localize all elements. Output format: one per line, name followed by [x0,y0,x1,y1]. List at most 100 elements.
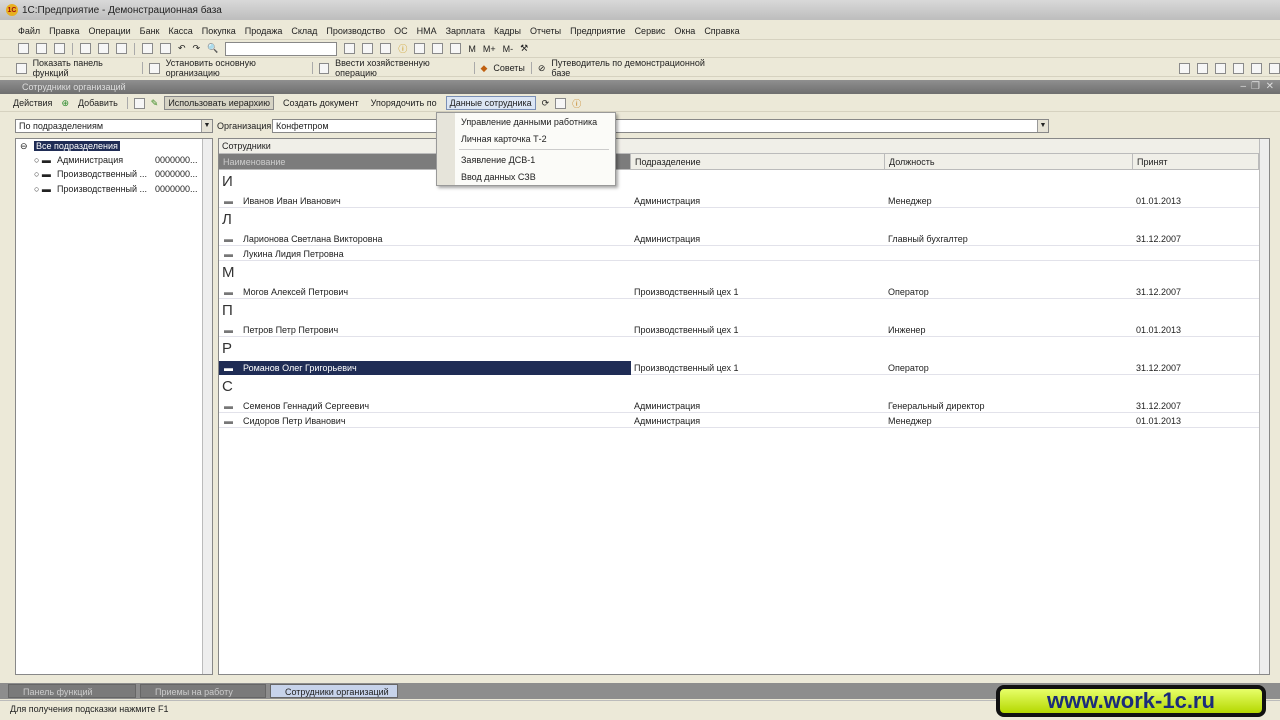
menu-item[interactable]: Предприятие [570,26,625,36]
preview-icon[interactable] [160,43,171,54]
table-row[interactable]: ▬ Романов Олег Григорьевич Производственны… [219,361,1259,375]
menu-item-szv[interactable]: Ввод данных СЗВ [461,172,536,182]
separator [142,62,144,74]
create-document-button[interactable]: Создать документ [280,97,362,109]
menu-item[interactable]: Банк [140,26,160,36]
menu-item[interactable]: Правка [49,26,79,36]
menu-item[interactable]: Покупка [202,26,236,36]
task-employees[interactable]: Сотрудники организаций [270,684,398,698]
table-row[interactable]: ▬ Сидоров Петр Иванович Администрация Менед… [219,414,1259,428]
window-icon[interactable] [380,43,392,54]
search-input[interactable] [225,41,338,56]
copy-icon[interactable] [98,43,109,54]
table-row[interactable]: ▬ Лукина Лидия Петровна [219,247,1259,261]
info-icon[interactable]: ⓘ [398,42,407,55]
calculator-icon[interactable] [414,43,426,54]
menu-item-personal-card-t2[interactable]: Личная карточка Т-2 [461,134,547,144]
close-icon[interactable]: ✕ [1266,80,1274,94]
report-icon[interactable] [1179,62,1191,74]
column-header-department[interactable]: Подразделение [631,154,885,170]
menu-item[interactable]: Операции [89,26,131,36]
clipboard-icon[interactable] [450,43,462,54]
table-row[interactable]: ▬ Петров Петр Петрович Производственный це… [219,323,1259,337]
minimize-icon[interactable]: – [1240,80,1246,94]
menu-item[interactable]: НМА [417,26,437,36]
report-icon[interactable] [1269,62,1280,74]
table-row[interactable]: ▬ Иванов Иван Иванович Администрация Менедж… [219,194,1259,208]
menu-item-manage-employee-data[interactable]: Управление данными работника [461,117,597,127]
menu-item[interactable]: ОС [394,26,408,36]
organization-field[interactable]: Конфетпром ▼ [272,119,1049,133]
employee-data-button[interactable]: Данные сотрудника [445,96,536,110]
grouping-select[interactable]: По подразделениям ▼ [15,119,213,133]
print-icon[interactable] [142,43,153,54]
guide-button[interactable]: Путеводитель по демонстрационной базе [551,58,718,78]
cut-icon[interactable] [80,43,91,54]
collapse-icon[interactable]: ⊖ [20,141,28,152]
menu-separator [459,149,609,150]
find-prev-icon[interactable] [362,43,374,54]
report-icon[interactable] [1197,62,1209,74]
memory-plus-button[interactable]: M+ [483,44,496,54]
operation-icon [318,62,330,74]
tree-root[interactable]: Все подразделения [34,141,120,151]
table-row[interactable]: ▬ Ларионова Светлана Викторовна Администра… [219,232,1259,246]
column-header-position[interactable]: Должность [885,154,1133,170]
search-icon[interactable]: 🔍 [207,43,218,54]
tools-icon[interactable]: ⚒ [520,43,528,54]
restore-icon[interactable]: ❐ [1251,80,1260,94]
help-icon[interactable]: ⓘ [572,97,581,110]
chevron-down-icon[interactable]: ▼ [201,120,212,132]
calendar-icon[interactable] [432,43,444,54]
menu-item[interactable]: Справка [704,26,739,36]
menu-item[interactable]: Склад [291,26,317,36]
menu-item[interactable]: Сервис [635,26,666,36]
menu-item[interactable]: Продажа [245,26,283,36]
save-icon[interactable] [54,43,65,54]
menu-item[interactable]: Производство [326,26,385,36]
actions-button[interactable]: Действия [10,97,55,109]
report-icon[interactable] [1215,62,1227,74]
add-button[interactable]: Добавить [75,97,121,109]
tree-item[interactable]: ○ ▬ Администрация 0000000... [34,155,197,165]
table-row[interactable]: ▬ Могов Алексей Петрович Производственный … [219,285,1259,299]
memory-button[interactable]: M [468,44,476,54]
undo-icon[interactable]: ↶ [178,43,186,54]
menu-item[interactable]: Зарплата [446,26,485,36]
redo-icon[interactable]: ↷ [193,43,201,54]
tree-item[interactable]: ○ ▬ Производственный ... 0000000... [34,184,197,194]
enter-operation-button[interactable]: Ввести хозяйственную операцию [335,58,467,78]
menu-item[interactable]: Кадры [494,26,521,36]
column-header-hired[interactable]: Принят [1133,154,1259,170]
table-scrollbar[interactable] [1259,139,1269,674]
menu-item[interactable]: Файл [18,26,40,36]
order-by-button[interactable]: Упорядочить по [368,97,440,109]
refresh-icon[interactable]: ⟳ [542,98,550,109]
menu-item-dsv1[interactable]: Заявление ДСВ-1 [461,155,535,165]
tree-scrollbar[interactable] [202,139,212,674]
task-hiring[interactable]: Приемы на работу [140,684,266,698]
report-icon[interactable] [1233,62,1245,74]
employee-icon: ▬ [224,196,233,206]
memory-minus-button[interactable]: M- [503,44,514,54]
open-icon[interactable] [36,43,47,54]
tips-button[interactable]: Советы [493,63,524,73]
list-settings-icon[interactable] [555,97,567,109]
edit-icon[interactable]: ✎ [151,98,159,109]
menu-item[interactable]: Окна [674,26,695,36]
find-next-icon[interactable] [344,43,356,54]
menu-item[interactable]: Отчеты [530,26,561,36]
show-functions-panel-button[interactable]: Показать панель функций [33,58,137,78]
table-row[interactable]: ▬ Семенов Геннадий Сергеевич Администрация… [219,399,1259,413]
use-hierarchy-button[interactable]: Использовать иерархию [164,96,274,110]
set-main-org-button[interactable]: Установить основную организацию [166,58,306,78]
task-functions-panel[interactable]: Панель функций [8,684,136,698]
chevron-down-icon[interactable]: ▼ [1037,120,1048,132]
cell-name: Ларионова Светлана Викторовна [243,234,383,244]
new-icon[interactable] [18,43,29,54]
copy-item-icon[interactable] [133,97,145,109]
report-icon[interactable] [1251,62,1263,74]
tree-item[interactable]: ○ ▬ Производственный ... 0000000... [34,169,197,179]
paste-icon[interactable] [116,43,127,54]
menu-item[interactable]: Касса [168,26,192,36]
